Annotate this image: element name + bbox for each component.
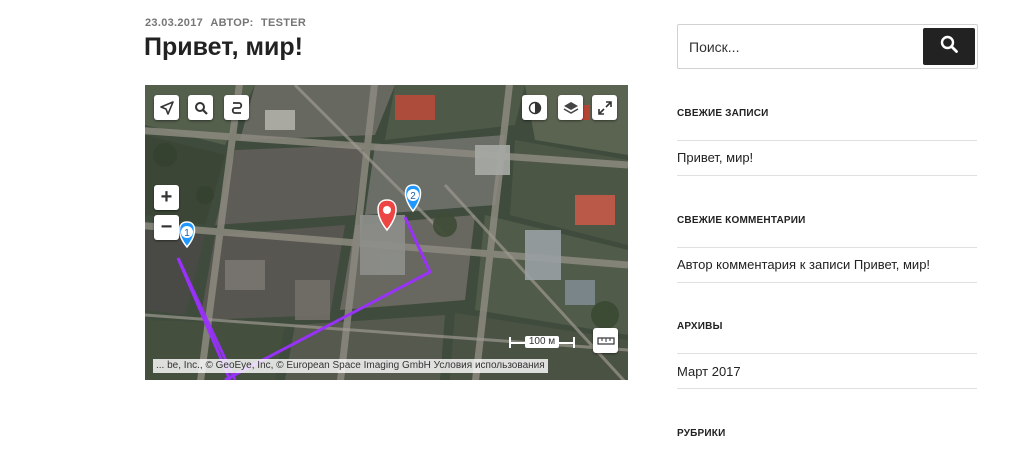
search-form: [677, 24, 978, 69]
divider: [677, 140, 977, 141]
scale-label: 100 м: [524, 336, 560, 348]
categories-title: РУБРИКИ: [677, 428, 726, 439]
ruler-icon: [596, 336, 615, 346]
route-icon: [230, 101, 244, 115]
terms-link[interactable]: Условия использования: [434, 360, 545, 371]
layers-icon: [563, 101, 579, 115]
recent-posts-title: СВЕЖИЕ ЗАПИСИ: [677, 108, 769, 119]
geolocation-button[interactable]: [154, 95, 179, 120]
route-button[interactable]: [224, 95, 249, 120]
post-date[interactable]: 23.03.2017: [145, 17, 203, 29]
archives-title: АРХИВЫ: [677, 321, 723, 332]
search-icon: [940, 35, 958, 58]
search-input[interactable]: [678, 25, 918, 68]
copyright-text: ... be, Inc., © GeoEye, Inc, © European …: [156, 360, 431, 371]
post-author[interactable]: TESTER: [261, 17, 306, 29]
traffic-button[interactable]: [522, 95, 547, 120]
map-scale: 100 м: [509, 336, 575, 348]
archive-link[interactable]: Март 2017: [677, 364, 741, 379]
location-arrow-icon: [159, 100, 174, 115]
divider: [677, 388, 977, 389]
post-meta: 23.03.2017 АВТОР: TESTER: [145, 17, 310, 29]
divider: [677, 282, 977, 283]
zoom-in-button[interactable]: +: [154, 185, 179, 210]
recent-comment-link[interactable]: Автор комментария к записи Привет, мир!: [677, 257, 930, 272]
map-search-button[interactable]: [188, 95, 213, 120]
traffic-icon: [528, 101, 542, 115]
zoom-out-button[interactable]: −: [154, 215, 179, 240]
map-copyright: ... be, Inc., © GeoEye, Inc, © European …: [153, 359, 548, 373]
marker-1-label: 1: [184, 228, 190, 239]
ruler-button[interactable]: [593, 328, 618, 353]
fullscreen-button[interactable]: [592, 95, 617, 120]
divider: [677, 247, 977, 248]
marker-2-label: 2: [410, 191, 416, 202]
layers-button[interactable]: [558, 95, 583, 120]
author-label: АВТОР:: [210, 17, 254, 29]
post-title[interactable]: Привет, мир!: [144, 33, 303, 62]
map-widget[interactable]: 1 2 + − 100 м ... be, Inc., © GeoEye, In…: [145, 85, 628, 380]
recent-comments-title: СВЕЖИЕ КОММЕНТАРИИ: [677, 215, 806, 226]
recent-post-link[interactable]: Привет, мир!: [677, 150, 753, 165]
search-submit-button[interactable]: [923, 28, 975, 65]
divider: [677, 353, 977, 354]
search-icon: [194, 101, 208, 115]
fullscreen-icon: [597, 100, 612, 115]
divider: [677, 175, 977, 176]
